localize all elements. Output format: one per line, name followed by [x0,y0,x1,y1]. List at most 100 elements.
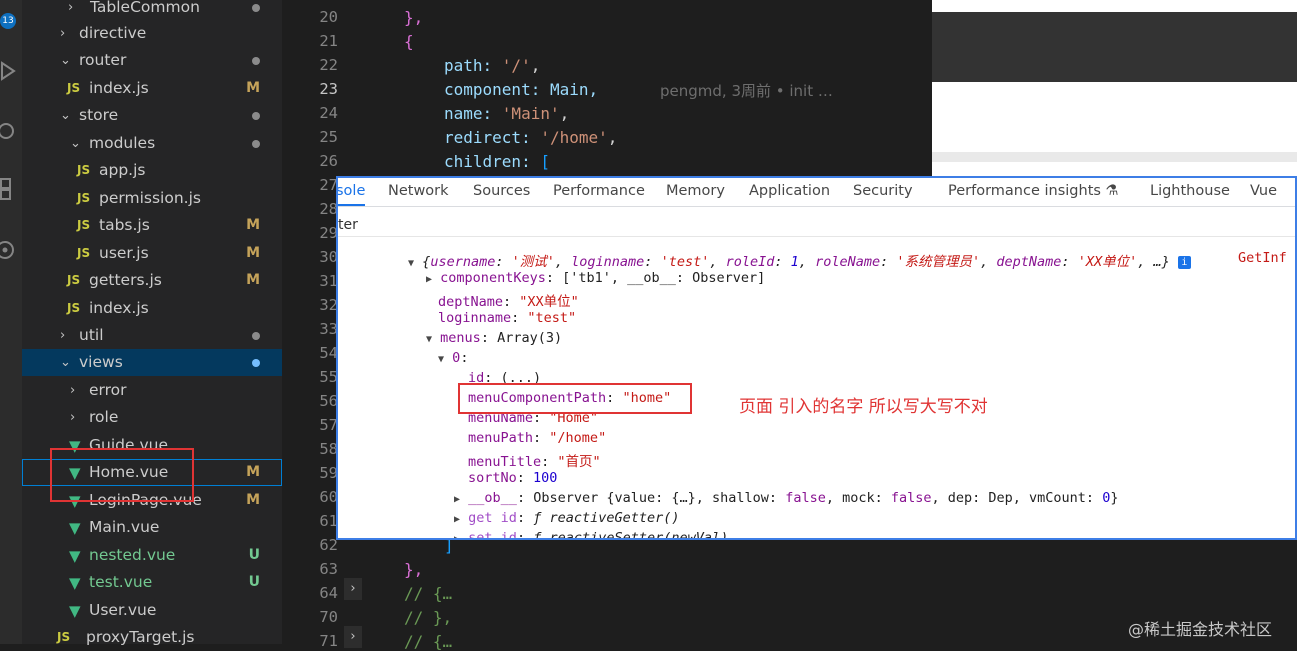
info-icon[interactable]: i [1177,256,1191,269]
line-number: 32 [319,296,338,314]
js-file-icon: JS [77,246,91,260]
line-number: 64 [319,584,338,602]
fold-chevron-icon[interactable]: › [344,626,362,648]
console-prop-menupath: menuPath: "/home" [468,430,607,446]
devtools-tabbar: sole Network Sources Performance Memory … [338,178,1295,207]
line-number: 33 [319,320,338,338]
extensions-icon[interactable] [0,175,22,205]
console-prop-index0[interactable]: ▼ 0: [438,350,468,366]
text: "test" [527,310,577,326]
tree-file-user[interactable]: JS user.js M [22,240,282,267]
tab-vue[interactable]: Vue [1250,178,1277,204]
code-string: '/' [501,56,531,75]
text: username [430,254,496,270]
tab-application[interactable]: Application [749,178,830,204]
tree-folder-error[interactable]: › error [22,377,282,404]
fold-chevron-icon[interactable]: › [344,578,362,600]
tree-item-label: user.js [99,244,149,262]
tree-item-label: index.js [89,299,149,317]
text: false [785,490,826,506]
expand-right-icon: ▶ [454,514,461,525]
tree-item-label: role [89,408,119,426]
console-object-summary[interactable]: ▼ {username: '测试', loginname: 'test', ro… [408,250,1191,270]
code-line: path: '/', [444,56,541,75]
tree-folder-tablecommon[interactable]: › TableCommon [22,0,282,21]
tree-file-permission[interactable]: JS permission.js [22,185,282,212]
code-line: // {… [404,632,453,651]
modified-dot-icon [252,140,260,148]
code-key: path: [444,56,502,75]
tree-file-app[interactable]: JS app.js [22,157,282,184]
code-string: 'Main' [501,104,560,123]
tab-performance-insights[interactable]: Performance insights ⚗ [948,178,1119,204]
chevron-right-icon: › [60,26,66,41]
tree-folder-util[interactable]: › util [22,322,282,349]
tree-item-label: TableCommon [90,0,200,16]
tree-folder-role[interactable]: › role [22,404,282,431]
git-status: M [246,245,260,261]
code-line: redirect: '/home', [444,128,618,147]
console-prop-componentkeys[interactable]: ▶ componentKeys: ['tb1', __ob__: Observe… [426,270,765,286]
tab-console[interactable]: sole [338,178,366,206]
console-source-link[interactable]: GetInf [1238,250,1287,266]
code-string: '/home' [540,128,608,147]
code-line: // }, [404,608,453,627]
text: "首页" [557,454,601,470]
tree-folder-views[interactable]: ⌄ views [22,349,282,376]
activity-bar: 13 [0,0,22,644]
expand-right-icon: ▶ [454,534,461,540]
console-prop-getid[interactable]: ▶ get id: ƒ reactiveGetter() [454,510,680,526]
tree-file-nested[interactable]: ▼ nested.vue U [22,542,282,569]
tree-file-router-index[interactable]: JS index.js M [22,75,282,102]
text: ƒ reactiveGetter() [533,510,680,526]
tree-file-user-vue[interactable]: ▼ User.vue [22,597,282,624]
tree-file-store-index[interactable]: JS index.js [22,295,282,322]
tree-folder-directive[interactable]: › directive [22,20,282,47]
code-key: redirect: [444,128,541,147]
tree-item-label: User.vue [89,601,157,619]
tab-sources[interactable]: Sources [473,178,530,204]
tree-file-proxytarget[interactable]: JS proxyTarget.js [22,624,282,651]
tree-folder-modules[interactable]: ⌄ modules [22,130,282,157]
console-prop-ob[interactable]: ▶ __ob__: Observer {value: {…}, shallow:… [454,490,1118,506]
line-number: 29 [319,224,338,242]
console-prop-deptname: deptName: "XX单位" [438,294,579,310]
blame-text: pengmd, 3周前 • init … [660,82,833,100]
line-number: 58 [319,440,338,458]
text: ['tb1', __ob__: Observer] [562,270,766,286]
tab-security[interactable]: Security [853,178,913,204]
timeline-icon[interactable] [0,236,22,264]
tree-folder-router[interactable]: ⌄ router [22,47,282,74]
chevron-right-icon: › [68,0,74,15]
js-file-icon: JS [67,81,81,95]
explorer-tree: › TableCommon › directive ⌄ router JS in… [22,0,304,646]
tree-folder-store[interactable]: ⌄ store [22,102,282,129]
tree-file-test[interactable]: ▼ test.vue U [22,569,282,596]
page-header-bar [932,12,1297,82]
code-line: { [404,32,414,51]
tab-memory[interactable]: Memory [666,178,725,204]
console-prop-setid[interactable]: ▶ set id: ƒ reactiveSetter(newVal) [454,530,728,540]
tab-lighthouse[interactable]: Lighthouse [1150,178,1230,204]
tree-item-label: views [79,353,123,371]
git-status: M [246,464,260,480]
tree-item-label: app.js [99,161,146,179]
source-control-badge: 13 [0,13,16,29]
text: false [890,490,932,506]
text: Observer {value: {…}, shallow: [533,490,786,506]
console-filter-input[interactable]: ter [338,214,1295,237]
text: deptName [438,294,504,310]
tab-performance[interactable]: Performance [553,178,645,204]
text: componentKeys [440,270,546,286]
tree-file-main[interactable]: ▼ Main.vue [22,514,282,541]
tab-network[interactable]: Network [388,178,449,204]
tree-file-getters[interactable]: JS getters.js M [22,267,282,294]
line-number: 59 [319,464,338,482]
run-debug-icon[interactable] [0,58,22,84]
console-prop-menus[interactable]: ▼ menus: Array(3) [426,330,562,346]
tree-item-label: getters.js [89,271,162,289]
text: roleName [815,254,881,270]
tree-file-tabs[interactable]: JS tabs.js M [22,212,282,239]
js-file-icon: JS [57,630,71,644]
remote-icon[interactable] [0,118,22,144]
